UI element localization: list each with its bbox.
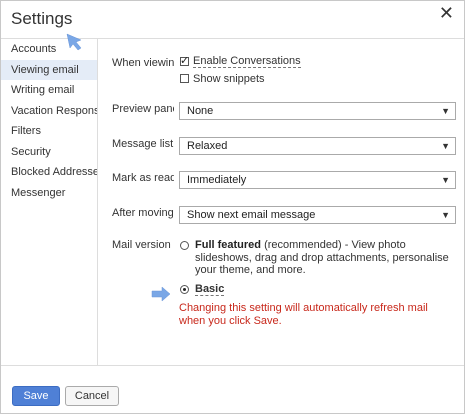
after-moving-label: After moving — [112, 207, 174, 219]
sidebar-item-messenger[interactable]: Messenger — [1, 183, 97, 204]
cancel-button[interactable]: Cancel — [65, 386, 119, 406]
settings-main: When viewing Enable Conversations Show s… — [98, 39, 464, 365]
mail-version-warning: Changing this setting will automatically… — [179, 302, 428, 327]
chevron-down-icon: ▼ — [441, 210, 450, 220]
preview-pane-label: Preview pane — [112, 103, 174, 115]
after-moving-value: Show next email message — [187, 209, 316, 221]
full-featured-description[interactable]: Full featured (recommended) - View photo… — [195, 239, 453, 277]
settings-sidebar: Accounts Viewing email Writing email Vac… — [1, 39, 98, 365]
close-icon[interactable]: ✕ — [439, 3, 454, 24]
chevron-down-icon: ▼ — [441, 141, 450, 151]
dialog-title: Settings — [11, 9, 73, 28]
message-list-label: Message list d — [112, 138, 174, 150]
chevron-down-icon: ▼ — [441, 175, 450, 185]
basic-radio[interactable] — [180, 285, 189, 294]
when-viewing-label: When viewing — [112, 57, 174, 69]
settings-dialog: Settings ✕ Accounts Viewing email Writin… — [0, 0, 465, 414]
sidebar-item-filters[interactable]: Filters — [1, 121, 97, 142]
message-list-value: Relaxed — [187, 140, 228, 152]
mark-as-read-value: Immediately — [187, 174, 247, 186]
save-button[interactable]: Save — [12, 386, 60, 406]
message-list-select[interactable]: Relaxed ▼ — [179, 137, 456, 155]
mark-as-read-select[interactable]: Immediately ▼ — [179, 171, 456, 189]
sidebar-item-writing-email[interactable]: Writing email — [1, 80, 97, 101]
mail-version-label: Mail version — [112, 239, 171, 251]
after-moving-select[interactable]: Show next email message ▼ — [179, 206, 456, 224]
enable-conversations-label[interactable]: Enable Conversations — [193, 55, 301, 68]
show-snippets-label[interactable]: Show snippets — [193, 73, 265, 85]
footer-divider — [1, 365, 464, 366]
preview-pane-value: None — [187, 105, 214, 117]
sidebar-item-viewing-email[interactable]: Viewing email — [1, 59, 97, 80]
show-snippets-checkbox[interactable] — [180, 74, 189, 83]
full-featured-radio[interactable] — [180, 241, 189, 250]
preview-pane-select[interactable]: None ▼ — [179, 102, 456, 120]
chevron-down-icon: ▼ — [441, 106, 450, 116]
pointer-arrow-icon — [151, 286, 171, 302]
pointer-arrow-icon — [66, 33, 82, 51]
basic-label[interactable]: Basic — [195, 283, 225, 296]
mark-as-read-label: Mark as read — [112, 172, 174, 184]
sidebar-item-blocked-addresses[interactable]: Blocked Addresses — [1, 162, 97, 183]
sidebar-item-security[interactable]: Security — [1, 142, 97, 163]
mark-as-read-label-text: Mark as read — [112, 172, 174, 184]
full-featured-title: Full featured — [195, 239, 262, 251]
sidebar-item-vacation-response[interactable]: Vacation Response — [1, 101, 97, 122]
enable-conversations-checkbox[interactable] — [180, 54, 189, 67]
